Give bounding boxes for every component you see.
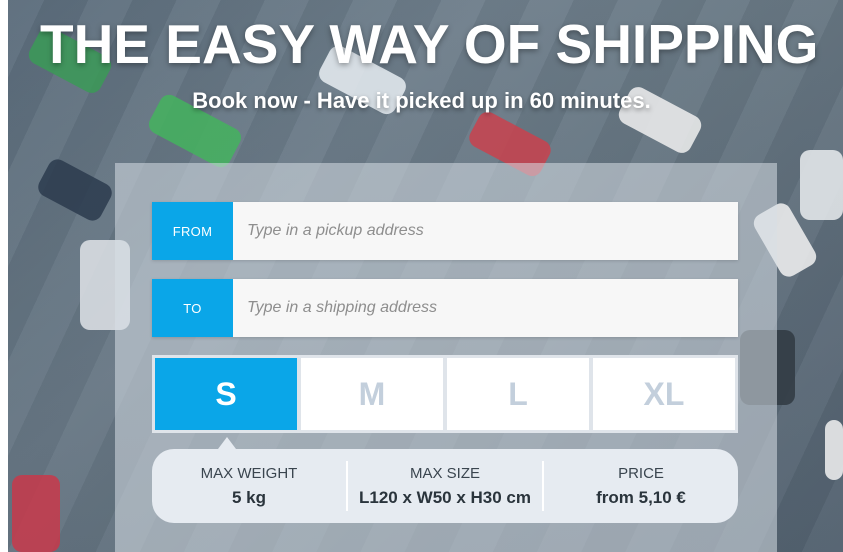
spec-max-weight: MAX WEIGHT 5 kg bbox=[152, 465, 346, 508]
spec-value: from 5,10 € bbox=[596, 487, 686, 507]
spec-value: L120 x W50 x H30 cm bbox=[359, 487, 531, 507]
pickup-address-input[interactable] bbox=[233, 202, 738, 260]
hero-subline: Book now - Have it picked up in 60 minut… bbox=[192, 88, 651, 113]
spec-label: PRICE bbox=[618, 464, 664, 482]
spec-label: MAX WEIGHT bbox=[200, 464, 298, 482]
hero-headline: THE EASY WAY OF SHIPPING bbox=[40, 13, 819, 75]
car-shape bbox=[800, 150, 843, 220]
car-shape bbox=[34, 155, 116, 225]
size-button-m[interactable]: M bbox=[301, 358, 443, 430]
size-button-l[interactable]: L bbox=[447, 358, 589, 430]
from-address-row: FROM bbox=[152, 202, 738, 260]
from-label: FROM bbox=[152, 202, 233, 260]
to-address-row: TO bbox=[152, 279, 738, 337]
spec-value: 5 kg bbox=[231, 487, 267, 507]
size-button-xl[interactable]: XL bbox=[593, 358, 735, 430]
left-edge bbox=[0, 0, 8, 552]
size-button-s[interactable]: S bbox=[155, 358, 297, 430]
spec-price: PRICE from 5,10 € bbox=[544, 465, 738, 508]
car-shape bbox=[825, 420, 843, 480]
spec-max-size: MAX SIZE L120 x W50 x H30 cm bbox=[348, 465, 542, 508]
size-selector: S M L XL bbox=[152, 355, 738, 433]
to-label: TO bbox=[152, 279, 233, 337]
car-shape bbox=[12, 475, 60, 552]
package-specs: MAX WEIGHT 5 kg MAX SIZE L120 x W50 x H3… bbox=[152, 449, 738, 523]
spec-label: MAX SIZE bbox=[409, 464, 480, 482]
selected-size-pointer bbox=[218, 437, 236, 449]
shipping-address-input[interactable] bbox=[233, 279, 738, 337]
